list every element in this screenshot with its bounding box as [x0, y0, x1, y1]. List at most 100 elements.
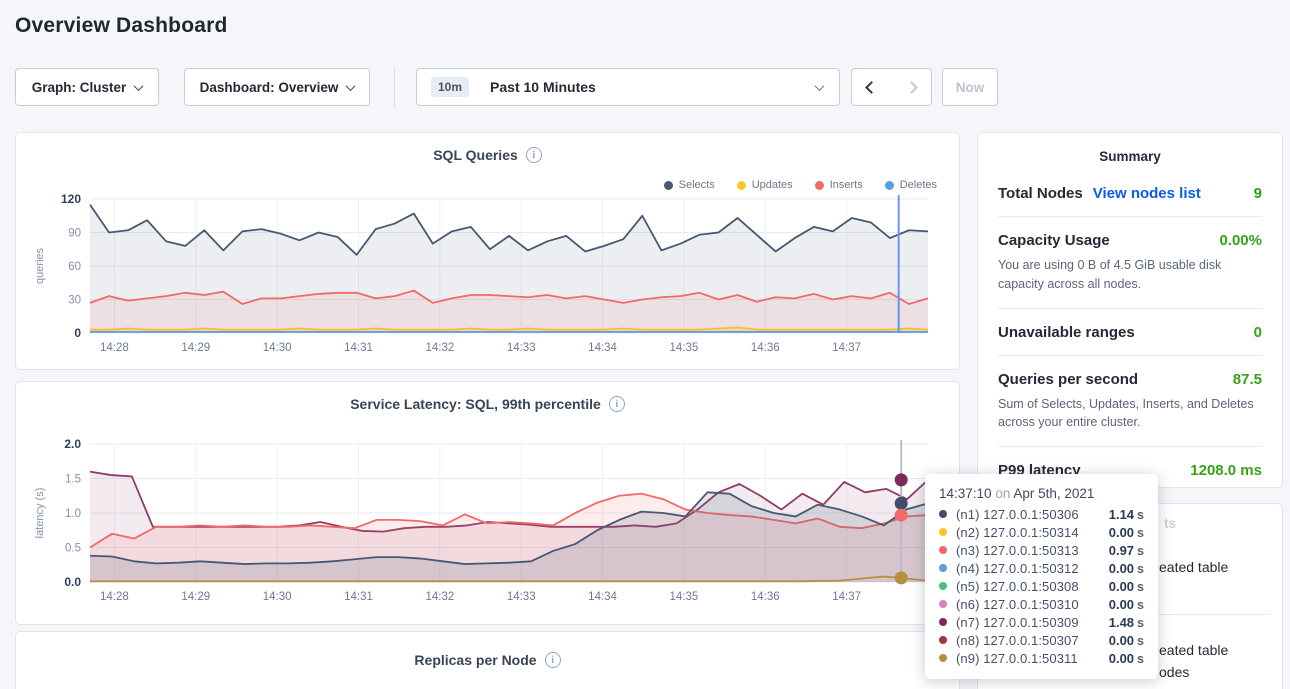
tooltip-node-label: (n2) 127.0.0.1:50314	[956, 525, 1109, 540]
svg-text:30: 30	[68, 295, 81, 307]
svg-text:0.0: 0.0	[64, 575, 81, 589]
now-button[interactable]: Now	[942, 68, 998, 106]
chevron-down-icon	[134, 81, 144, 91]
summary-value: 9	[1254, 185, 1262, 202]
svg-text:14:37: 14:37	[832, 591, 861, 603]
tooltip-node-row: (n7) 127.0.0.1:503091.48s	[939, 613, 1144, 631]
dashboard-dropdown[interactable]: Dashboard: Overview	[184, 68, 370, 106]
series-color-dot	[939, 654, 947, 662]
legend-item-deletes[interactable]: Deletes	[885, 179, 937, 191]
tooltip-node-row: (n4) 127.0.0.1:503120.00s	[939, 559, 1144, 577]
tooltip-node-row: (n6) 127.0.0.1:503100.00s	[939, 595, 1144, 613]
legend-dot-icon	[815, 181, 824, 190]
info-icon[interactable]: i	[526, 147, 542, 163]
tooltip-node-value: 1.48s	[1109, 615, 1144, 630]
tooltip-node-label: (n7) 127.0.0.1:50309	[956, 615, 1109, 630]
series-color-dot	[939, 600, 947, 608]
series-color-dot	[939, 564, 947, 572]
svg-text:14:31: 14:31	[344, 591, 373, 603]
legend-item-selects[interactable]: Selects	[664, 179, 715, 191]
tooltip-node-row: (n2) 127.0.0.1:503140.00s	[939, 523, 1144, 541]
svg-text:queries: queries	[34, 247, 46, 284]
service-latency-panel: Service Latency: SQL, 99th percentile i …	[15, 381, 960, 625]
series-color-dot	[939, 582, 947, 590]
tooltip-node-value: 0.00s	[1109, 579, 1144, 594]
svg-text:14:36: 14:36	[751, 591, 780, 603]
tooltip-node-label: (n6) 127.0.0.1:50310	[956, 597, 1109, 612]
legend-item-inserts[interactable]: Inserts	[815, 179, 863, 191]
svg-text:14:29: 14:29	[181, 342, 210, 354]
summary-value: 87.5	[1233, 371, 1262, 388]
service-latency-title: Service Latency: SQL, 99th percentile	[350, 396, 601, 412]
summary-description: Sum of Selects, Updates, Inserts, and De…	[998, 395, 1262, 433]
series-color-dot	[939, 636, 947, 644]
graph-dropdown[interactable]: Graph: Cluster	[15, 68, 159, 106]
tooltip-node-row: (n1) 127.0.0.1:503061.14s	[939, 505, 1144, 523]
view-nodes-list-link[interactable]: View nodes list	[1093, 185, 1201, 202]
tooltip-node-label: (n4) 127.0.0.1:50312	[956, 561, 1109, 576]
sql-queries-legend: Selects Updates Inserts Deletes	[664, 179, 937, 191]
arrow-right-icon	[905, 81, 918, 94]
tooltip-node-row: (n9) 127.0.0.1:503110.00s	[939, 649, 1144, 667]
info-icon[interactable]: i	[609, 396, 625, 412]
info-icon[interactable]: i	[545, 652, 561, 668]
sql-queries-chart[interactable]: 030609012014:2814:2914:3014:3114:3214:33…	[30, 191, 947, 369]
legend-dot-icon	[885, 181, 894, 190]
summary-row: Capacity Usage0.00%You are using 0 B of …	[998, 217, 1262, 309]
svg-text:1.0: 1.0	[65, 508, 81, 520]
series-color-dot	[939, 528, 947, 536]
service-latency-chart[interactable]: 0.00.51.01.52.014:2814:2914:3014:3114:32…	[30, 434, 947, 618]
now-button-label: Now	[956, 80, 985, 95]
chevron-down-icon	[346, 81, 356, 91]
svg-text:14:32: 14:32	[425, 591, 454, 603]
time-range-badge: 10m	[431, 77, 469, 97]
chevron-down-icon	[815, 81, 825, 91]
svg-text:14:30: 14:30	[263, 591, 292, 603]
arrow-left-icon	[865, 81, 878, 94]
tooltip-node-value: 0.00s	[1109, 651, 1144, 666]
replicas-per-node-title: Replicas per Node	[414, 652, 536, 668]
svg-text:14:35: 14:35	[670, 591, 699, 603]
summary-panel: Summary Total NodesView nodes list9Capac…	[977, 132, 1283, 488]
svg-text:14:31: 14:31	[344, 342, 373, 354]
svg-text:14:34: 14:34	[588, 591, 617, 603]
legend-dot-icon	[664, 181, 673, 190]
time-range-picker[interactable]: 10m Past 10 Minutes	[416, 68, 840, 106]
summary-value: 0.00%	[1219, 232, 1262, 249]
tooltip-node-row: (n3) 127.0.0.1:503130.97s	[939, 541, 1144, 559]
graph-dropdown-label: Graph: Cluster	[32, 80, 127, 95]
svg-text:90: 90	[68, 228, 81, 240]
time-back-button[interactable]	[851, 68, 892, 106]
event-text-fragment: eated table	[1159, 559, 1228, 575]
sql-queries-title: SQL Queries	[433, 147, 518, 163]
svg-text:2.0: 2.0	[64, 437, 81, 451]
svg-text:14:35: 14:35	[670, 342, 699, 354]
tooltip-node-value: 0.00s	[1109, 525, 1144, 540]
tooltip-node-value: 0.97s	[1109, 543, 1144, 558]
series-color-dot	[939, 510, 947, 518]
tooltip-node-label: (n1) 127.0.0.1:50306	[956, 507, 1109, 522]
svg-text:1.5: 1.5	[65, 474, 81, 486]
events-divider	[1159, 614, 1270, 615]
event-text-fragment: odes	[1159, 664, 1189, 680]
svg-text:0.5: 0.5	[65, 543, 81, 555]
chart-hover-tooltip: 14:37:10 on Apr 5th, 2021 (n1) 127.0.0.1…	[925, 474, 1158, 679]
svg-text:latency (s): latency (s)	[34, 488, 46, 539]
svg-text:14:33: 14:33	[507, 591, 536, 603]
legend-item-updates[interactable]: Updates	[737, 179, 793, 191]
svg-text:14:32: 14:32	[425, 342, 454, 354]
tooltip-timestamp: 14:37:10 on Apr 5th, 2021	[939, 486, 1144, 501]
time-forward-button[interactable]	[891, 68, 932, 106]
svg-text:120: 120	[61, 192, 81, 206]
time-range-label: Past 10 Minutes	[490, 79, 596, 95]
tooltip-node-value: 0.00s	[1109, 597, 1144, 612]
events-heading-fragment: ts	[1164, 516, 1176, 531]
svg-text:14:28: 14:28	[100, 591, 129, 603]
page-title: Overview Dashboard	[15, 14, 228, 38]
series-color-dot	[939, 618, 947, 626]
summary-row: Queries per second87.5Sum of Selects, Up…	[998, 356, 1262, 448]
svg-text:14:36: 14:36	[751, 342, 780, 354]
legend-dot-icon	[737, 181, 746, 190]
summary-label: Total Nodes	[998, 185, 1083, 202]
tooltip-node-label: (n9) 127.0.0.1:50311	[956, 651, 1109, 666]
